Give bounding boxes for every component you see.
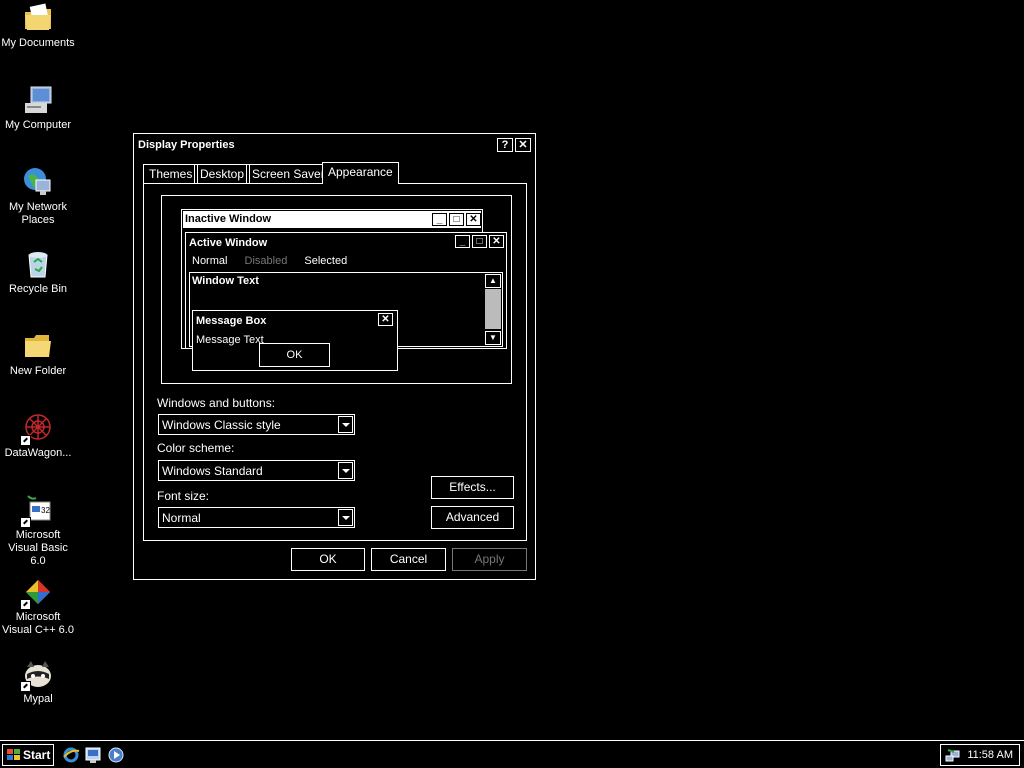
preview-menu-disabled: Disabled — [244, 255, 288, 267]
internet-explorer-icon[interactable] — [62, 746, 80, 764]
desktop-icon-visual-basic[interactable]: 32 Microsoft Visual Basic 6.0 — [0, 494, 76, 568]
desktop-icon-label: My Network Places — [8, 201, 68, 226]
desktop-icon-my-documents[interactable]: My Documents — [0, 2, 76, 50]
preview-msgbox-ok: OK — [259, 343, 330, 367]
windows-buttons-select[interactable]: Windows Classic style — [158, 414, 355, 435]
visual-basic-icon: 32 — [20, 494, 54, 528]
font-size-select[interactable]: Normal — [158, 507, 355, 528]
system-tray: 11:58 AM — [940, 744, 1020, 766]
desktop-icon-recycle-bin[interactable]: Recycle Bin — [0, 248, 76, 296]
shortcut-arrow-icon — [20, 435, 31, 446]
desktop-icon-label: Microsoft Visual C++ 6.0 — [2, 611, 74, 636]
dialog-title: Display Properties — [138, 139, 235, 151]
network-places-icon — [22, 166, 54, 198]
my-documents-icon — [22, 2, 54, 34]
mypal-icon — [20, 658, 54, 692]
media-player-icon[interactable] — [107, 746, 125, 764]
minimize-icon: _ — [455, 235, 470, 248]
font-size-label: Font size: — [157, 489, 210, 503]
minimize-icon: _ — [432, 213, 447, 226]
help-button[interactable]: ? — [497, 138, 513, 152]
desktop-icon-network-places[interactable]: My Network Places — [0, 166, 76, 227]
maximize-icon: □ — [472, 235, 487, 248]
effects-button[interactable]: Effects... — [431, 476, 514, 499]
font-size-value: Normal — [162, 511, 201, 525]
desktop-icon-label: My Documents — [1, 37, 75, 49]
color-scheme-value: Windows Standard — [162, 464, 263, 478]
preview-menu-normal: Normal — [192, 255, 228, 267]
tab-themes[interactable]: Themes — [143, 164, 199, 183]
preview-window-text: Window Text — [192, 275, 259, 287]
preview-menu-bar: Normal Disabled Selected — [192, 255, 361, 267]
preview-scrollbar: ▲ ▼ — [485, 274, 501, 345]
preview-inactive-title: Inactive Window — [185, 213, 272, 225]
shortcut-arrow-icon — [20, 599, 31, 610]
preview-menu-selected: Selected — [304, 255, 348, 267]
dialog-titlebar[interactable]: Display Properties ? ✕ — [136, 136, 533, 154]
ok-button[interactable]: OK — [291, 548, 365, 571]
close-icon: ✕ — [378, 313, 393, 326]
desktop-icon-label: DataWagon... — [4, 447, 72, 459]
preview-inactive-titlebar: Inactive Window _ □ ✕ — [183, 211, 481, 228]
taskbar: Start 11:58 AM — [0, 740, 1024, 768]
windows-buttons-value: Windows Classic style — [162, 418, 281, 432]
scroll-down-icon: ▼ — [485, 331, 501, 345]
tab-screen-saver[interactable]: Screen Saver — [246, 164, 331, 183]
shortcut-arrow-icon — [20, 517, 31, 528]
apply-button[interactable]: Apply — [452, 548, 527, 571]
preview-message-box: Message Box ✕ Message Text OK — [192, 310, 398, 371]
network-tray-icon[interactable] — [945, 748, 961, 764]
desktop-icon-visual-cpp[interactable]: Microsoft Visual C++ 6.0 — [0, 576, 76, 637]
desktop-icon-label: Mypal — [23, 693, 53, 705]
clock[interactable]: 11:58 AM — [967, 749, 1013, 761]
recycle-bin-icon — [22, 248, 54, 280]
preview-msgbox-title: Message Box — [196, 315, 267, 327]
close-icon: ✕ — [489, 235, 504, 248]
preview-msgbox-text: Message Text — [196, 334, 264, 346]
color-scheme-select[interactable]: Windows Standard — [158, 460, 355, 481]
desktop-icon-label: My Computer — [4, 119, 72, 131]
chevron-down-icon[interactable] — [338, 509, 353, 526]
appearance-preview: Inactive Window _ □ ✕ Active Window _ □ … — [161, 195, 512, 384]
color-scheme-label: Color scheme: — [157, 441, 235, 455]
desktop-icon-mypal[interactable]: Mypal — [0, 658, 76, 706]
my-computer-icon — [22, 84, 54, 116]
desktop-icon-label: Recycle Bin — [8, 283, 68, 295]
chevron-down-icon[interactable] — [338, 416, 353, 433]
desktop-icon[interactable] — [84, 746, 102, 764]
datawagon-icon — [20, 412, 54, 446]
desktop-icon-label: New Folder — [9, 365, 67, 377]
windows-logo-icon — [7, 749, 20, 761]
scroll-up-icon: ▲ — [485, 274, 501, 288]
chevron-down-icon[interactable] — [338, 462, 353, 479]
appearance-panel: Inactive Window _ □ ✕ Active Window _ □ … — [143, 183, 527, 541]
tab-desktop[interactable]: Desktop — [194, 164, 251, 183]
cancel-button[interactable]: Cancel — [371, 548, 446, 571]
scroll-thumb — [485, 289, 501, 329]
advanced-button[interactable]: Advanced — [431, 506, 514, 529]
start-label: Start — [23, 748, 51, 762]
desktop-icon-label: Microsoft Visual Basic 6.0 — [8, 529, 68, 567]
visual-cpp-icon — [20, 576, 54, 610]
desktop-icon-datawagon[interactable]: DataWagon... — [0, 412, 76, 460]
start-button[interactable]: Start — [2, 744, 54, 766]
desktop-icon-my-computer[interactable]: My Computer — [0, 84, 76, 132]
close-icon: ✕ — [466, 213, 481, 226]
tab-appearance[interactable]: Appearance — [322, 162, 399, 184]
shortcut-arrow-icon — [20, 681, 31, 692]
windows-buttons-label: Windows and buttons: — [157, 396, 276, 410]
folder-icon — [22, 330, 54, 362]
display-properties-dialog: Display Properties ? ✕ Themes Desktop Sc… — [133, 133, 536, 580]
desktop-icon-new-folder[interactable]: New Folder — [0, 330, 76, 378]
maximize-icon: □ — [449, 213, 464, 226]
svg-text:32: 32 — [41, 506, 50, 515]
close-button[interactable]: ✕ — [515, 138, 531, 152]
preview-active-title: Active Window — [189, 237, 268, 249]
